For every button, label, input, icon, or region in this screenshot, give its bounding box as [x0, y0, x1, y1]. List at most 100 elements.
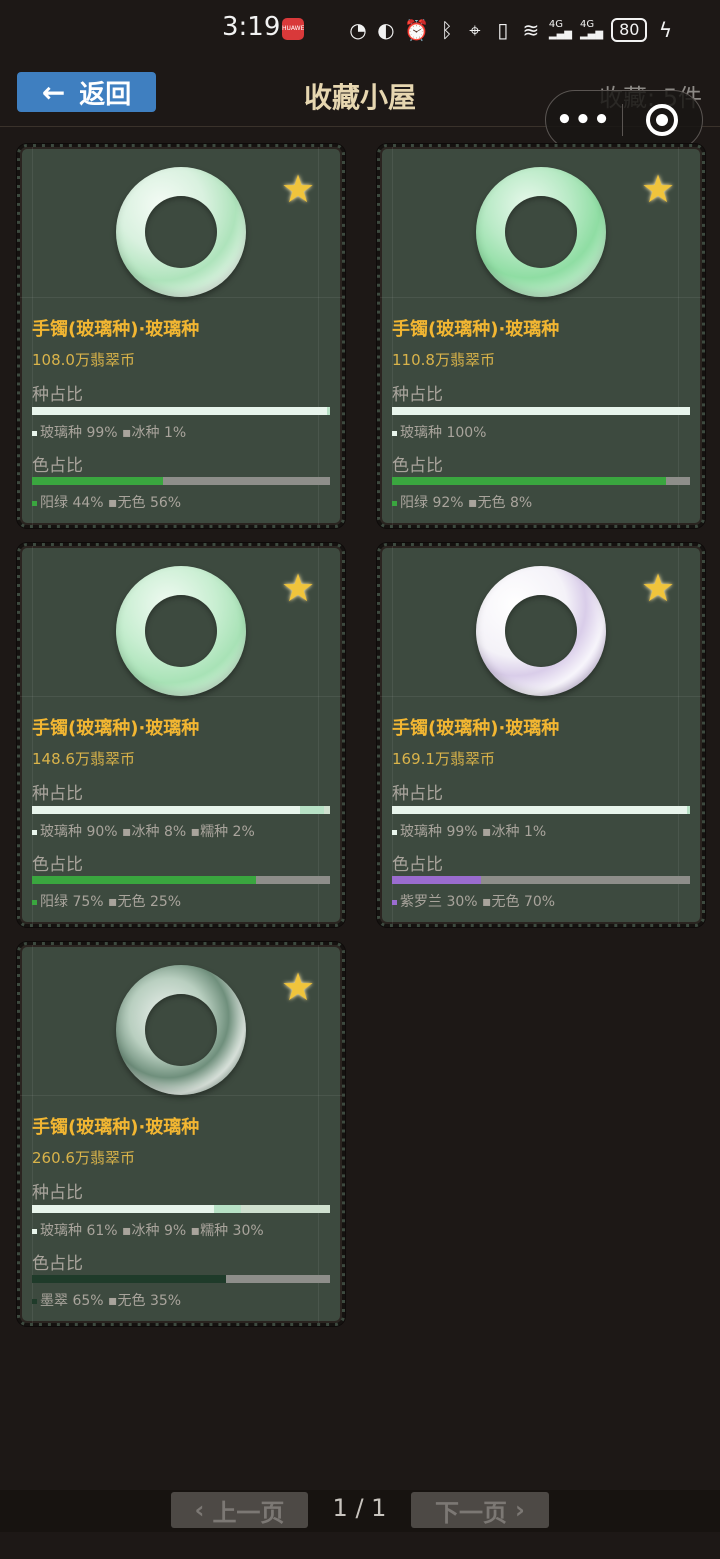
location-icon: ⌖ [469, 18, 481, 42]
guide-line [20, 1095, 342, 1096]
zhong-ratio-bar [32, 1205, 330, 1213]
zhong-legend: 玻璃种 99% ▪冰种 1% [392, 821, 546, 841]
se-legend-text: 紫罗兰 30% ▪无色 70% [400, 894, 556, 910]
status-bar: 3:19 HUAWEI ◔ ◐ ⏰ ᛒ ⌖ ▯ ≋ 4G ▂▄▆ 4G ▂▄▆ 80… [0, 0, 720, 60]
se-ratio-label: 色占比 [32, 855, 83, 875]
favorite-star-icon[interactable]: ★ [638, 169, 678, 209]
zhong-ratio-label: 种占比 [392, 784, 443, 804]
more-icon[interactable]: ••• [546, 105, 622, 135]
zhong-ratio-bar-segment [32, 1205, 214, 1213]
legend-dot [392, 500, 397, 506]
favorite-star-icon[interactable]: ★ [638, 568, 678, 608]
zhong-legend-text: 玻璃种 90% ▪冰种 8% ▪糯种 2% [40, 824, 255, 840]
jade-bangle-image [476, 566, 606, 696]
se-legend-text: 阳绿 92% ▪无色 8% [400, 495, 533, 511]
zhong-ratio-label: 种占比 [32, 1183, 83, 1203]
speed-icon: ◐ [377, 18, 395, 42]
zhong-legend-text: 玻璃种 100% [400, 425, 487, 441]
item-price: 260.6万翡翠币 [32, 1149, 135, 1167]
se-ratio-bar-segment [392, 876, 482, 884]
zhong-ratio-bar [32, 806, 330, 814]
favorite-star-icon[interactable]: ★ [278, 568, 318, 608]
close-target-icon[interactable] [623, 104, 701, 136]
se-ratio-label: 色占比 [32, 456, 83, 476]
collection-card[interactable]: ★ 手镯(玻璃种)·玻璃种 108.0万翡翠币 种占比色占比 玻璃种 99% ▪冰种 1… [17, 144, 345, 528]
se-legend: 紫罗兰 30% ▪无色 70% [392, 891, 555, 911]
se-ratio-bar-segment [481, 876, 690, 884]
collection-card[interactable]: ★ 手镯(玻璃种)·玻璃种 260.6万翡翠币 种占比色占比 玻璃种 61% ▪冰种 9… [17, 942, 345, 1326]
legend-dot [32, 1298, 37, 1304]
zhong-ratio-bar-segment [392, 407, 690, 415]
battery-icon: 80 [611, 18, 648, 42]
prev-page-label: 上一页 [212, 1498, 285, 1527]
legend-dot [392, 899, 397, 905]
collection-card[interactable]: ★ 手镯(玻璃种)·玻璃种 148.6万翡翠币 种占比 色占比 玻璃种 90% ▪冰种 8… [17, 543, 345, 927]
zhong-ratio-bar-segment [240, 1205, 330, 1213]
collection-card[interactable]: ★ 手镯(玻璃种)·玻璃种 110.8万翡翠币 种占比 色占比 玻璃种 100% 阳绿 92… [377, 144, 705, 528]
data-saver-icon: ◔ [349, 18, 367, 42]
zhong-ratio-bar-segment [324, 806, 330, 814]
zhong-legend: 玻璃种 90% ▪冰种 8% ▪糯种 2% [32, 821, 255, 841]
guide-line [20, 297, 342, 298]
item-title: 手镯(玻璃种)·玻璃种 [32, 319, 200, 340]
guide-line [380, 297, 702, 298]
se-legend: 阳绿 92% ▪无色 8% [392, 492, 532, 512]
zhong-ratio-bar-segment [300, 806, 325, 814]
item-title: 手镯(玻璃种)·玻璃种 [32, 1117, 200, 1138]
collection-card[interactable]: ★ 手镯(玻璃种)·玻璃种 169.1万翡翠币 种占比 色占比 玻璃种 99% ▪冰种 1… [377, 543, 705, 927]
favorite-star-icon[interactable]: ★ [278, 967, 318, 1007]
zhong-ratio-bar-segment [327, 407, 330, 415]
prev-page-button[interactable]: ‹ 上一页 [171, 1492, 308, 1528]
legend-dot [32, 899, 37, 905]
pagination: ‹ 上一页 1 / 1 下一页 › [0, 1490, 720, 1532]
legend-dot [32, 500, 37, 506]
se-ratio-bar [392, 477, 690, 485]
se-legend: 阳绿 44% ▪无色 56% [32, 492, 181, 512]
item-price: 108.0万翡翠币 [32, 351, 135, 369]
zhong-legend: 玻璃种 99% ▪冰种 1% [32, 422, 186, 442]
status-icons: ◔ ◐ ⏰ ᛒ ⌖ ▯ ≋ 4G ▂▄▆ 4G ▂▄▆ 80 ϟ [348, 16, 675, 44]
jade-bangle-image [116, 566, 246, 696]
zhong-legend: 玻璃种 100% [392, 422, 486, 442]
zhong-ratio-label: 种占比 [32, 385, 83, 405]
se-ratio-bar-segment [32, 1275, 226, 1283]
zhong-ratio-bar-segment [687, 806, 690, 814]
zhong-ratio-label: 种占比 [32, 784, 83, 804]
item-title: 手镯(玻璃种)·玻璃种 [32, 718, 200, 739]
se-ratio-bar-segment [32, 876, 256, 884]
zhong-legend-text: 玻璃种 61% ▪冰种 9% ▪糯种 30% [40, 1223, 264, 1239]
se-ratio-bar [32, 477, 330, 485]
signal-icon-2: 4G ▂▄▆ [579, 19, 604, 40]
se-ratio-bar-segment [32, 477, 164, 485]
legend-dot [392, 829, 397, 835]
zhong-ratio-bar-segment [32, 407, 328, 415]
alarm-icon: ⏰ [404, 18, 429, 42]
favorite-star-icon[interactable]: ★ [278, 169, 318, 209]
se-ratio-bar [32, 876, 330, 884]
zhong-legend-text: 玻璃种 99% ▪冰种 1% [40, 425, 187, 441]
se-ratio-bar-segment [255, 876, 330, 884]
zhong-ratio-label: 种占比 [392, 385, 443, 405]
next-page-button[interactable]: 下一页 › [411, 1492, 549, 1528]
se-ratio-bar-segment [392, 477, 667, 485]
guide-line [678, 147, 679, 525]
next-page-label: 下一页 [435, 1498, 508, 1527]
status-time: 3:19 [222, 12, 281, 42]
item-title: 手镯(玻璃种)·玻璃种 [392, 718, 560, 739]
se-ratio-bar-segment [225, 1275, 330, 1283]
se-ratio-bar-segment [163, 477, 330, 485]
zhong-ratio-bar-segment [213, 1205, 241, 1213]
zhong-legend: 玻璃种 61% ▪冰种 9% ▪糯种 30% [32, 1220, 264, 1240]
guide-line [318, 945, 319, 1323]
item-price: 110.8万翡翠币 [392, 351, 495, 369]
zhong-ratio-bar-segment [32, 806, 301, 814]
signal-icon: 4G ▂▄▆ [548, 19, 572, 40]
zhong-ratio-bar [392, 407, 690, 415]
jade-bangle-image [116, 965, 246, 1095]
guide-line [20, 696, 342, 697]
se-ratio-label: 色占比 [32, 1254, 83, 1274]
se-ratio-bar [392, 876, 690, 884]
zhong-ratio-bar [392, 806, 690, 814]
item-price: 169.1万翡翠币 [392, 750, 495, 768]
se-legend: 墨翠 65% ▪无色 35% [32, 1290, 181, 1310]
